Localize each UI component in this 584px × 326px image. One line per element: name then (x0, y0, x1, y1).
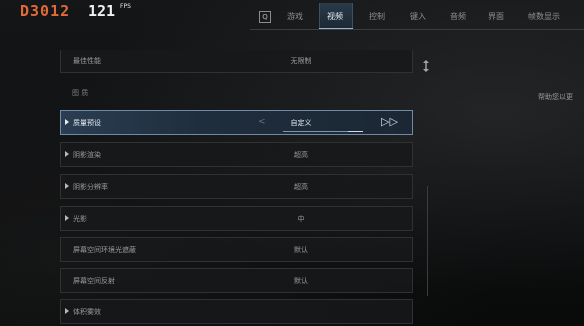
previous-option-icon[interactable]: < (258, 117, 266, 127)
setting-label: 最佳性能 (73, 57, 101, 65)
tab-game[interactable]: 游戏 (287, 11, 303, 22)
setting-label: 光影 (73, 215, 87, 223)
setting-row-lighting[interactable]: 光影 中 (60, 206, 413, 231)
hud-code: D3012 (20, 2, 71, 20)
tab-interface[interactable]: 界面 (488, 11, 504, 22)
setting-value: 无限制 (290, 57, 312, 65)
expand-arrow-icon[interactable] (65, 183, 69, 189)
tab-audio[interactable]: 音频 (450, 11, 466, 22)
expand-arrow-icon[interactable] (65, 151, 69, 157)
setting-value: 中 (297, 215, 305, 223)
option-indicator (348, 131, 363, 132)
setting-value: 默认 (294, 277, 308, 285)
setting-label: 阴影分辨率 (73, 183, 108, 191)
tab-fps-display[interactable]: 帧数显示 (528, 11, 560, 22)
next-option-icon[interactable]: ▷▷ (381, 115, 398, 128)
section-title: 图 质 (72, 89, 89, 97)
top-navigation: Q 游戏 视频 控制 键入 音频 界面 帧数显示 (250, 0, 584, 30)
expand-arrow-icon[interactable] (65, 215, 69, 221)
keybind-q-icon[interactable]: Q (259, 11, 271, 23)
setting-row-quality-preset[interactable]: 质量预设 < 自定义 ▷▷ (60, 110, 413, 135)
setting-row-performance[interactable]: 最佳性能 无限制 (60, 50, 413, 73)
setting-row-shadow-rendering[interactable]: 阴影渲染 超高 (60, 142, 413, 167)
setting-label: 阴影渲染 (73, 151, 101, 159)
setting-row-volumetric-fog[interactable]: 体积雾效 (60, 299, 413, 324)
fps-value: 121 (88, 2, 116, 20)
expand-arrow-icon[interactable] (65, 308, 69, 314)
setting-value: 默认 (294, 246, 308, 254)
setting-row-ssr[interactable]: 屏幕空间反射 默认 (60, 268, 413, 293)
expand-arrow-icon[interactable] (65, 119, 69, 125)
setting-value: 自定义 (290, 119, 312, 127)
setting-label: 屏幕空间反射 (73, 277, 115, 285)
setting-value: 超高 (294, 151, 308, 159)
setting-row-shadow-resolution[interactable]: 阴影分辨率 超高 (60, 174, 413, 199)
setting-description: 帮助您以更 (538, 93, 573, 101)
setting-row-ssao[interactable]: 屏幕空间环境光遮蔽 默认 (60, 237, 413, 262)
tab-controls[interactable]: 控制 (369, 11, 385, 22)
settings-panel: 最佳性能 无限制 图 质 质量预设 < 自定义 ▷▷ 阴影渲染 超高 阴影分辨率… (60, 50, 416, 326)
setting-value: 超高 (294, 183, 308, 191)
setting-label: 体积雾效 (73, 308, 101, 316)
scrollbar-track[interactable] (427, 186, 428, 296)
scroll-handle-icon[interactable] (422, 60, 430, 72)
fps-label: FPS (120, 3, 131, 10)
nav-divider (250, 29, 584, 30)
setting-label: 屏幕空间环境光遮蔽 (73, 246, 136, 254)
setting-label: 质量预设 (73, 119, 101, 127)
tab-video[interactable]: 视频 (327, 11, 343, 22)
tab-keybinds[interactable]: 键入 (410, 11, 426, 22)
